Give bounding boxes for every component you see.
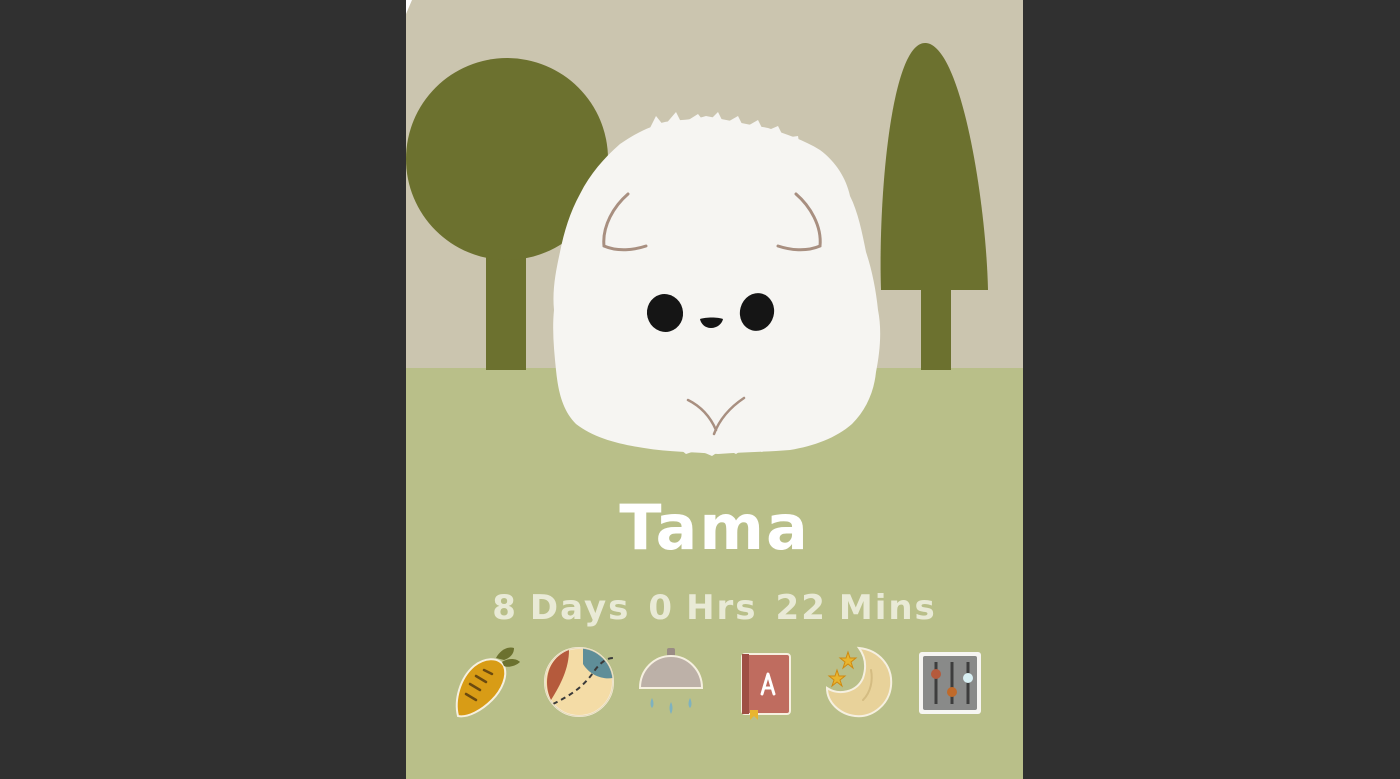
age-days-value: 8 [492,588,518,628]
learn-button[interactable] [726,644,802,722]
age-hours-value: 0 [648,588,675,628]
settings-button[interactable] [912,644,988,722]
settings-sliders-icon [919,652,981,714]
action-toolbar [446,644,986,722]
clean-button[interactable] [632,644,708,722]
feed-button[interactable] [446,644,522,722]
page: Tama 8 Days 0 Hrs 22 Mins [0,0,1400,779]
age-hours-unit: Hrs [686,588,758,628]
carrot-icon [455,647,520,718]
game-panel: Tama 8 Days 0 Hrs 22 Mins [406,0,1023,779]
moon-icon [825,646,893,718]
pet-name: Tama [619,491,810,564]
sleep-button[interactable] [819,644,895,722]
age-minutes-value: 22 [775,588,827,628]
ball-icon [544,647,614,717]
age-days-unit: Days [529,588,631,628]
age-minutes-unit: Mins [838,588,937,628]
book-icon [741,653,791,720]
shower-icon [638,648,704,714]
play-button[interactable] [539,644,615,722]
pet-creature[interactable] [553,112,881,456]
pet-age: 8 Days 0 Hrs 22 Mins [406,586,1023,630]
